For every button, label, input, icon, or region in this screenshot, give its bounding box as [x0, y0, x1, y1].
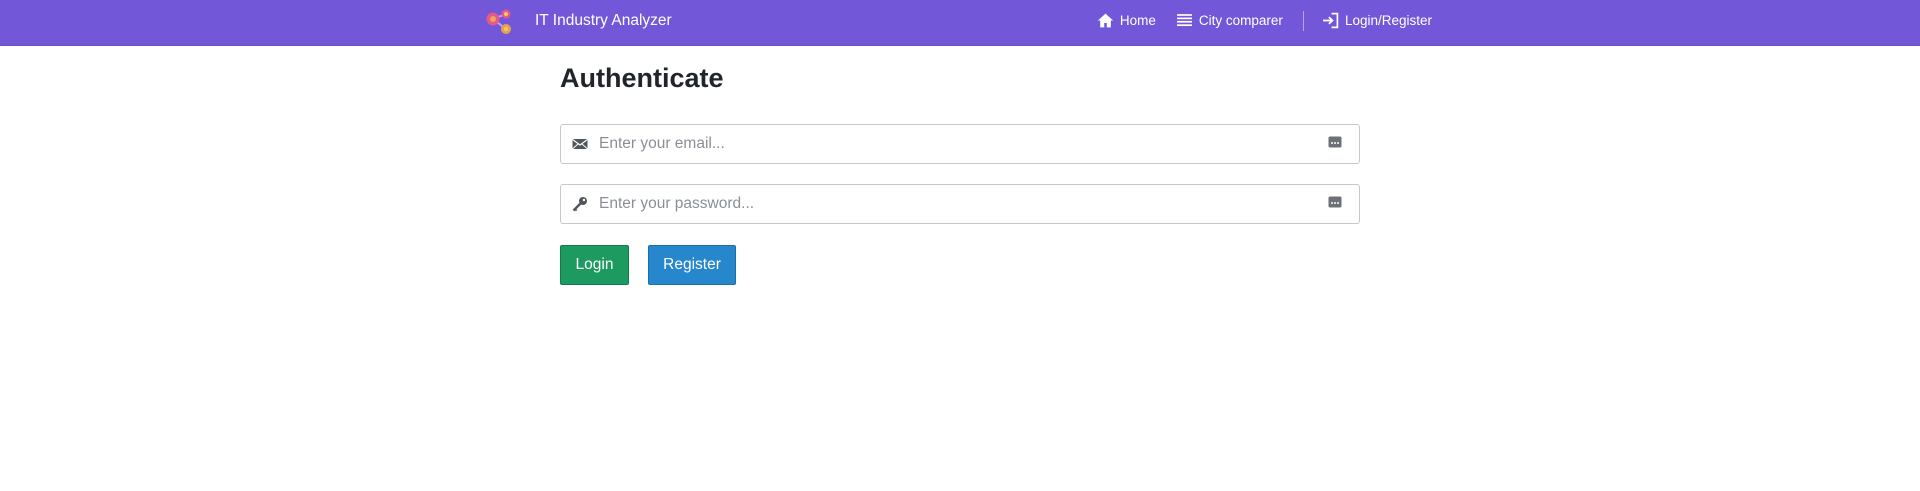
nav-link-login-register[interactable]: Login/Register: [1322, 12, 1432, 29]
navbar-links: Home City comparer Login/Register: [1097, 0, 1432, 41]
password-manager-icon[interactable]: [1328, 195, 1342, 209]
key-icon: [572, 196, 588, 212]
page-title: Authenticate: [560, 63, 724, 93]
email-field[interactable]: [560, 124, 1360, 164]
brand-name[interactable]: IT Industry Analyzer: [535, 0, 672, 41]
password-input[interactable]: [599, 185, 1299, 223]
top-navbar: IT Industry Analyzer Home City comparer …: [0, 0, 1920, 46]
register-button[interactable]: Register: [648, 245, 736, 285]
password-manager-icon[interactable]: [1328, 135, 1342, 149]
envelope-icon: [572, 136, 588, 152]
sign-in-icon: [1322, 12, 1339, 29]
login-button[interactable]: Login: [560, 245, 629, 285]
nav-link-home-label: Home: [1119, 13, 1156, 28]
nav-divider: [1302, 10, 1304, 31]
navbar-container: IT Industry Analyzer Home City comparer …: [484, 0, 1432, 45]
molecule-logo-icon[interactable]: [484, 6, 516, 38]
nav-link-home[interactable]: Home: [1097, 12, 1156, 29]
nav-link-city-comparer[interactable]: City comparer: [1176, 12, 1283, 29]
email-input[interactable]: [599, 125, 1299, 163]
password-field[interactable]: [560, 184, 1360, 224]
nav-link-login-register-label: Login/Register: [1344, 13, 1432, 28]
home-icon: [1097, 12, 1114, 29]
list-icon: [1176, 12, 1193, 29]
nav-link-city-comparer-label: City comparer: [1198, 13, 1283, 28]
